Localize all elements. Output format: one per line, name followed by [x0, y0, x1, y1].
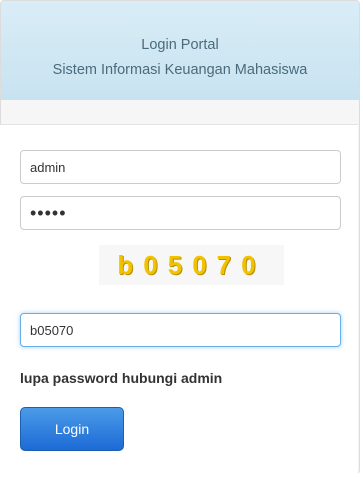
password-field[interactable] — [20, 196, 341, 230]
captcha-input[interactable] — [20, 313, 341, 347]
panel-header: Login Portal Sistem Informasi Keuangan M… — [1, 1, 359, 100]
header-title: Login Portal — [141, 37, 219, 53]
header-subtitle: Sistem Informasi Keuangan Mahasiswa — [52, 62, 308, 78]
login-button[interactable]: Login — [20, 407, 124, 451]
username-field[interactable] — [20, 150, 341, 184]
captcha-image: b05070 — [99, 245, 284, 285]
forgot-password-hint: lupa password hubungi admin — [20, 370, 223, 386]
